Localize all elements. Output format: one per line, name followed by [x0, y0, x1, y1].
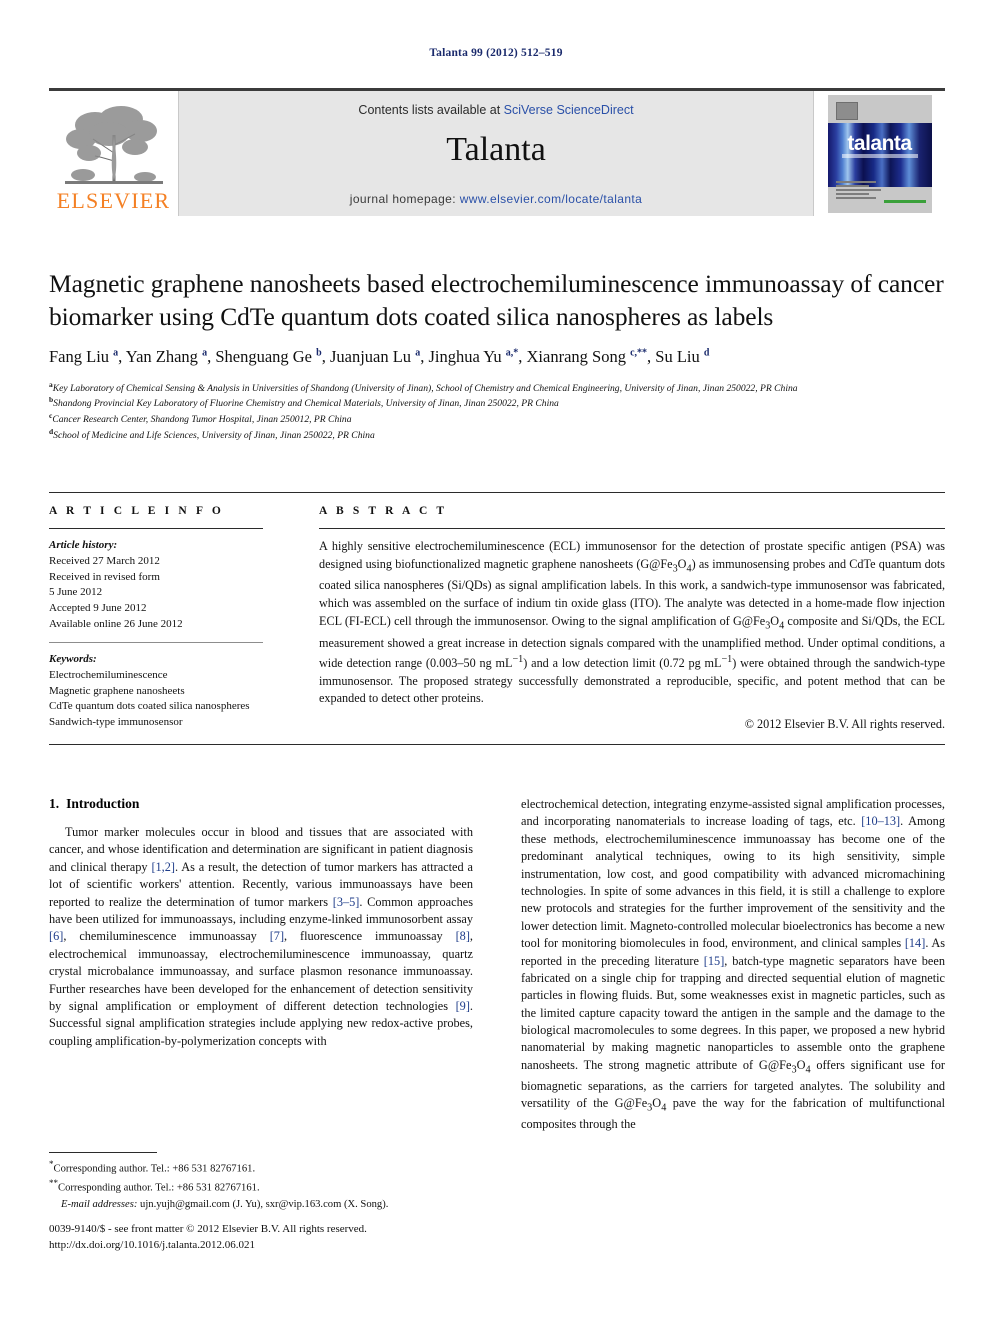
doi-link[interactable]: http://dx.doi.org/10.1016/j.talanta.2012… — [49, 1238, 519, 1254]
imprint-block: 0039-9140/$ - see front matter © 2012 El… — [49, 1222, 519, 1254]
history-item: Received in revised form — [49, 570, 160, 583]
cover-green-bar — [883, 199, 926, 203]
keyword-item: Magnetic graphene nanosheets — [49, 684, 185, 697]
running-head: Talanta 99 (2012) 512–519 — [429, 47, 563, 59]
history-item: 5 June 2012 — [49, 586, 103, 599]
section-heading-introduction: 1. Introduction — [49, 796, 473, 812]
cover-line — [835, 180, 876, 183]
elsevier-logo: ELSEVIER — [49, 91, 179, 216]
cover-line — [835, 184, 869, 187]
homepage-prefix: journal homepage: — [349, 192, 460, 206]
article-body: 1. Introduction Tumor marker molecules oc… — [49, 796, 945, 1134]
journal-title: Talanta — [446, 131, 546, 168]
divider-below-abstract — [49, 744, 945, 745]
journal-homepage-line: journal homepage: www.elsevier.com/locat… — [179, 192, 813, 206]
page-title: Magnetic graphene nanosheets based elect… — [49, 269, 944, 331]
cover-footer-lines — [835, 180, 924, 207]
intro-paragraph-left: Tumor marker molecules occur in blood an… — [49, 825, 473, 1048]
affiliation-text: Key Laboratory of Chemical Sensing & Ana… — [52, 382, 798, 394]
journal-article-page: Talanta 99 (2012) 512–519 ELSEVIER Conte… — [0, 0, 992, 1323]
keyword-item: Sandwich-type immunosensor — [49, 716, 183, 729]
journal-masthead: ELSEVIER Contents lists available at Sci… — [49, 88, 945, 216]
article-history-label: Article history: — [49, 539, 118, 551]
elsevier-wordmark: ELSEVIER — [56, 188, 171, 213]
abstract-heading: A B S T R A C T — [319, 505, 448, 517]
cover-journal-name: talanta — [847, 131, 912, 155]
author-list: Fang Liu a, Yan Zhang a, Shenguang Ge b,… — [49, 347, 710, 367]
journal-homepage-link[interactable]: www.elsevier.com/locate/talanta — [460, 192, 642, 206]
affiliation-list: aKey Laboratory of Chemical Sensing & An… — [49, 380, 945, 443]
affiliation-text: Shandong Provincial Key Laboratory of Fl… — [53, 398, 559, 410]
abstract-text: A highly sensitive electrochemiluminesce… — [319, 539, 945, 706]
elsevier-tree-icon — [64, 106, 163, 184]
masthead-center: Contents lists available at SciVerse Sci… — [179, 91, 813, 216]
cover-line — [835, 192, 869, 195]
email-addresses: E-mail addresses: ujn.yujh@gmail.com (J.… — [61, 1198, 389, 1210]
body-column-left: 1. Introduction Tumor marker molecules oc… — [49, 796, 473, 1134]
section-title: Introduction — [66, 796, 140, 811]
intro-paragraph-right: electrochemical detection, integrating e… — [521, 797, 945, 1132]
cover-art: talanta — [827, 94, 932, 213]
affiliation-text: School of Medicine and Life Sciences, Un… — [53, 430, 375, 442]
history-item: Available online 26 June 2012 — [49, 618, 183, 631]
keyword-item: Electrochemiluminescence — [49, 668, 168, 681]
corresponding-author-1: *Corresponding author. Tel.: +86 531 827… — [49, 1159, 256, 1175]
article-info-heading: A R T I C L E I N F O — [49, 505, 224, 517]
title-block: Magnetic graphene nanosheets based elect… — [49, 268, 945, 443]
footnote-rule — [49, 1152, 157, 1153]
article-info-column: A R T I C L E I N F O Article history: R… — [49, 505, 281, 732]
sciverse-sciencedirect-link[interactable]: SciVerse ScienceDirect — [504, 103, 634, 117]
cover-line — [835, 188, 882, 191]
contents-prefix: Contents lists available at — [358, 103, 504, 117]
affiliation-item: aKey Laboratory of Chemical Sensing & An… — [49, 380, 945, 396]
affiliation-item: dSchool of Medicine and Life Sciences, U… — [49, 427, 945, 443]
affiliation-item: bShandong Provincial Key Laboratory of F… — [49, 395, 945, 411]
corresponding-author-2: **Corresponding author. Tel.: +86 531 82… — [49, 1178, 260, 1194]
cover-subtitle-bar — [841, 153, 918, 158]
divider-above-abstract — [49, 492, 945, 493]
abstract-copyright: © 2012 Elsevier B.V. All rights reserved… — [744, 717, 945, 732]
article-history-block: Article history: Received 27 March 2012 … — [49, 538, 263, 633]
journal-cover-thumbnail: talanta — [813, 91, 945, 216]
cover-line — [835, 196, 876, 199]
info-abstract-section: A R T I C L E I N F O Article history: R… — [49, 505, 945, 732]
body-column-right: electrochemical detection, integrating e… — [521, 796, 945, 1134]
keywords-block: Keywords: Electrochemiluminescence Magne… — [49, 652, 263, 731]
abstract-column: A B S T R A C T A highly sensitive elect… — [281, 505, 945, 732]
section-number: 1. — [49, 796, 60, 811]
affiliation-item: cCancer Research Center, Shandong Tumor … — [49, 411, 945, 427]
article-info-rule — [49, 528, 263, 529]
cover-publisher-icon — [835, 101, 858, 120]
history-item: Received 27 March 2012 — [49, 554, 160, 567]
keyword-item: CdTe quantum dots coated silica nanosphe… — [49, 700, 250, 713]
abstract-rule — [319, 528, 945, 529]
affiliation-text: Cancer Research Center, Shandong Tumor H… — [52, 414, 352, 426]
issn-copyright-line: 0039-9140/$ - see front matter © 2012 El… — [49, 1223, 367, 1235]
keywords-label: Keywords: — [49, 652, 97, 665]
contents-available-line: Contents lists available at SciVerse Sci… — [358, 103, 633, 117]
footnote-block: *Corresponding author. Tel.: +86 531 827… — [49, 1152, 473, 1213]
keywords-rule — [49, 641, 263, 643]
history-item: Accepted 9 June 2012 — [49, 602, 147, 615]
